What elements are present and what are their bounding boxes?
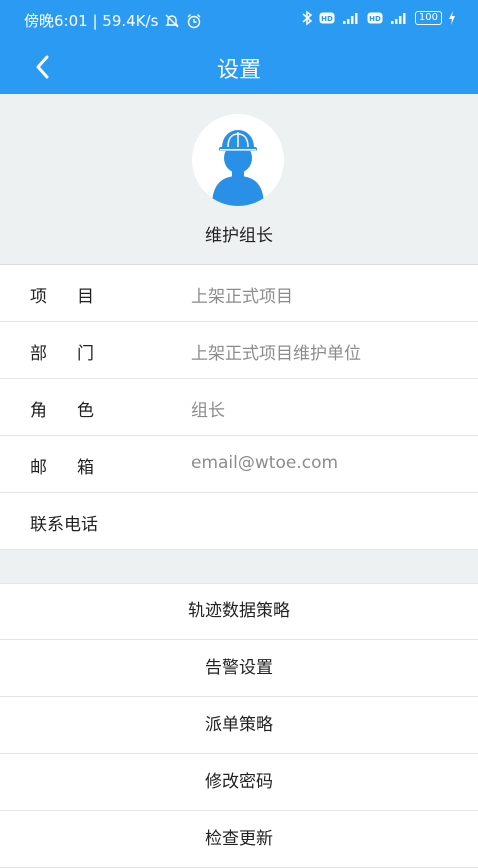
- bluetooth-icon: [302, 10, 313, 26]
- section-divider: [0, 549, 478, 584]
- svg-text:HD: HD: [321, 15, 333, 23]
- info-row-department: 部门 上架正式项目维护单位: [0, 322, 478, 379]
- info-row-phone: 联系电话: [0, 493, 478, 550]
- status-bar: 傍晚6:01 | 59.4K/s HD HD 100: [0, 0, 478, 40]
- signal-icon: [342, 13, 358, 24]
- info-value: 组长: [191, 401, 225, 421]
- hd-icon: HD: [319, 12, 335, 24]
- menu-item-track-data-policy[interactable]: 轨迹数据策略: [0, 583, 478, 640]
- hd-icon: HD: [367, 12, 383, 24]
- profile-name: 维护组长: [205, 226, 273, 246]
- status-time-speed: 傍晚6:01 | 59.4K/s: [24, 12, 159, 30]
- info-label: 邮箱: [30, 458, 124, 478]
- info-label: 联系电话: [30, 515, 98, 535]
- battery-icon: 100: [414, 11, 442, 25]
- page-title: 设置: [216, 58, 261, 83]
- status-right: HD HD 100: [301, 10, 456, 26]
- menu-item-dispatch-policy[interactable]: 派单策略: [0, 697, 478, 754]
- settings-menu: 轨迹数据策略 告警设置 派单策略 修改密码 检查更新: [0, 583, 478, 868]
- profile-section: 维护组长: [0, 94, 478, 265]
- worker-avatar-icon: [212, 130, 264, 206]
- title-bar: 设置: [0, 40, 478, 94]
- info-list: 项目 上架正式项目 部门 上架正式项目维护单位 角色 组长 邮箱 email@w…: [0, 265, 478, 550]
- status-left: 傍晚6:01 | 59.4K/s: [24, 10, 202, 31]
- menu-item-check-update[interactable]: 检查更新: [0, 811, 478, 868]
- battery-level: 100: [418, 12, 438, 23]
- info-row-role: 角色 组长: [0, 379, 478, 436]
- info-label: 角色: [30, 401, 124, 421]
- svg-text:HD: HD: [369, 15, 381, 23]
- info-label: 项目: [30, 287, 124, 307]
- mute-icon: [165, 14, 180, 27]
- info-row-project: 项目 上架正式项目: [0, 265, 478, 322]
- info-row-email: 邮箱 email@wtoe.com: [0, 436, 478, 493]
- avatar: [192, 114, 284, 206]
- info-value: 上架正式项目: [191, 287, 293, 307]
- info-value: 上架正式项目维护单位: [191, 344, 361, 364]
- menu-item-alarm-settings[interactable]: 告警设置: [0, 640, 478, 697]
- signal-icon: [390, 13, 406, 24]
- menu-item-change-password[interactable]: 修改密码: [0, 754, 478, 811]
- alarm-icon: [187, 13, 201, 28]
- info-value: email@wtoe.com: [191, 453, 339, 473]
- charging-icon: [449, 11, 455, 25]
- info-label: 部门: [30, 344, 124, 364]
